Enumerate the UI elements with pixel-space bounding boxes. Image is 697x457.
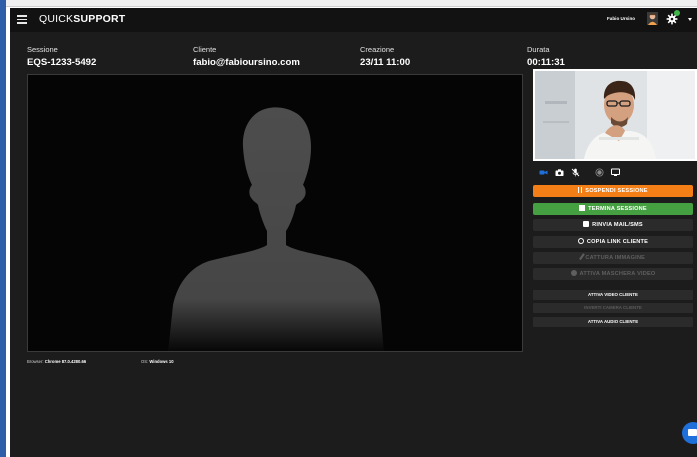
capture-image-button[interactable]: CATTURA IMMAGINE [533,252,693,264]
created-info: Creazione 23/11 11:00 [360,45,410,68]
video-mask-button[interactable]: ATTIVA MASCHERA VIDEO [533,268,693,280]
user-silhouette-icon [168,107,384,351]
remote-video [27,74,523,352]
client-label: Cliente [193,45,217,54]
brand-bold: SUPPORT [73,13,126,25]
os-label: OS: [141,359,149,364]
wand-icon [578,253,585,260]
video-camera-icon[interactable] [539,168,548,177]
client-value: fabio@fabioursino.com [193,57,300,68]
pause-icon [578,187,583,193]
app-header: QUICKSUPPORT Fabio Ursino [10,8,697,32]
resend-mail-sms-label: RINVIA MAIL/SMS [592,222,643,228]
user-avatar-icon[interactable] [647,12,658,25]
browser-info: Browser: Chrome 87.0.4280.66 [27,359,86,364]
local-camera-preview [533,69,697,161]
created-value: 23/11 11:00 [360,57,411,68]
quicksupport-app: QUICKSUPPORT Fabio Ursino Sessione EQS-1… [10,8,697,457]
client-info: Cliente fabio@fabioursino.com [193,45,300,68]
record-icon[interactable] [595,168,604,177]
left-edge-bar [0,0,6,457]
client-video-button[interactable]: ATTIVA VIDEO CLIENTE [533,290,693,300]
browser-value: Chrome 87.0.4280.66 [44,359,87,364]
copy-client-link-button[interactable]: COPIA LINK CLIENTE [533,236,693,248]
client-audio-button[interactable]: ATTIVA AUDIO CLIENTE [533,317,693,327]
os-value: Windows 10 [149,359,174,364]
copy-client-link-label: COPIA LINK CLIENTE [586,239,649,245]
duration-info: Durata 00:11:31 [527,45,565,68]
chat-button[interactable] [682,422,697,444]
browser-frame: QUICKSUPPORT Fabio Ursino Sessione EQS-1… [0,0,697,457]
microphone-muted-icon[interactable] [571,168,580,177]
created-label: Creazione [360,45,395,54]
mask-icon [570,270,577,276]
browser-label: Browser: [27,359,44,364]
camera-icon[interactable] [555,168,564,177]
brand-light: QUICK [39,13,74,25]
mail-icon [583,221,590,227]
user-menu-caret-icon[interactable] [688,18,692,21]
notification-badge [674,10,680,16]
end-session-label: TERMINA SESSIONE [588,206,647,212]
reverse-client-camera-button[interactable]: INVERTI CAMERA CLIENTE [533,303,693,313]
pause-session-label: SOSPENDI SESSIONE [585,188,648,194]
operator-photo [535,71,695,159]
media-toolbar [533,166,697,180]
session-label: Sessione [27,45,58,54]
chat-bubble-icon [688,429,697,436]
end-session-button[interactable]: TERMINA SESSIONE [533,203,693,215]
duration-value: 00:11:31 [527,57,565,68]
session-value: EQS-1233-5492 [27,57,97,68]
duration-label: Durata [527,45,550,54]
user-name: Fabio Ursino [607,16,636,21]
pause-session-button[interactable]: SOSPENDI SESSIONE [533,185,693,197]
browser-top-strip [0,0,697,7]
capture-image-label: CATTURA IMMAGINE [585,255,646,261]
link-icon [576,236,586,246]
resend-mail-sms-button[interactable]: RINVIA MAIL/SMS [533,219,693,231]
screen-share-icon[interactable] [611,168,620,177]
os-info: OS: Windows 10 [141,359,174,364]
hamburger-menu-icon[interactable] [17,15,27,24]
stop-icon [579,205,586,211]
brand-logo: QUICKSUPPORT [39,13,125,25]
video-mask-label: ATTIVA MASCHERA VIDEO [579,271,656,277]
session-info: Sessione EQS-1233-5492 [27,45,96,68]
